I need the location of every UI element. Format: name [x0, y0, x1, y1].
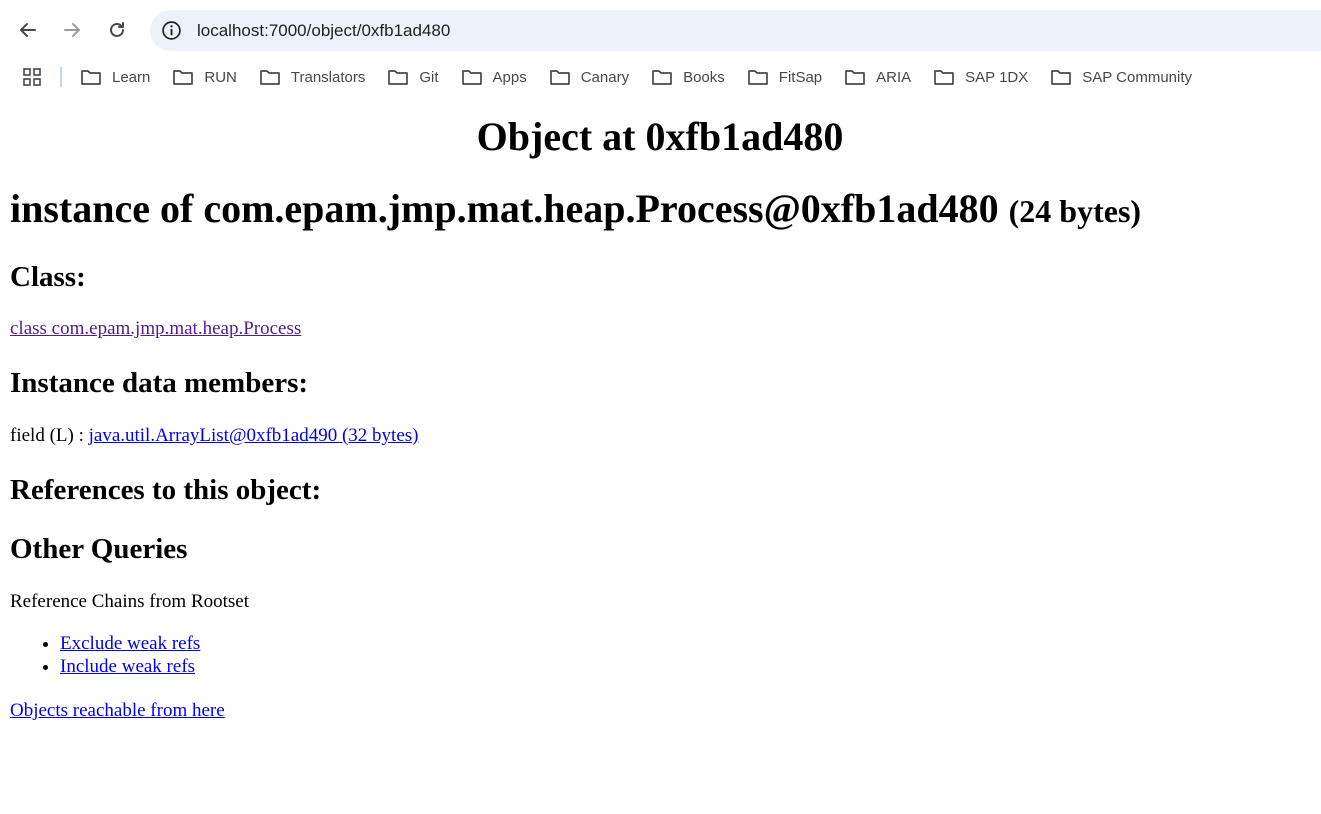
folder-icon	[388, 70, 409, 85]
arrow-right-icon	[64, 23, 80, 37]
class-heading: Class:	[10, 261, 86, 293]
member-field-label: field (L) :	[10, 425, 89, 446]
arrow-left-icon	[20, 23, 36, 37]
folder-icon	[81, 70, 101, 85]
bookmarks-list: Learn RUN Translators Git Apps Canary Books Fit…	[80, 60, 1214, 94]
chains-label: Reference Chains from Rootset	[10, 591, 250, 612]
folder-icon	[652, 70, 672, 85]
chain-links-list: Exclude weak refs Include weak refs	[10, 632, 200, 678]
info-icon[interactable]	[161, 20, 182, 41]
bookmark-item[interactable]: Learn	[80, 68, 150, 86]
bookmark-label: Learn	[112, 68, 151, 86]
bookmark-label: SAP 1DX	[965, 68, 1029, 86]
references-heading: References to this object:	[10, 474, 322, 506]
bookmark-item[interactable]: RUN	[172, 68, 237, 86]
member-row: field (L) : java.util.ArrayList@0xfb1ad4…	[10, 425, 418, 447]
exclude-weak-refs-link[interactable]: Exclude weak refs	[60, 633, 200, 654]
folder-icon	[747, 70, 768, 85]
bookmark-item[interactable]: ARIA	[844, 68, 911, 86]
forward-button[interactable]	[56, 14, 88, 46]
bookmark-label: ARIA	[876, 68, 912, 86]
folder-icon	[461, 70, 482, 85]
page-title: Object at 0xfb1ad480	[476, 114, 844, 159]
include-weak-refs-link[interactable]: Include weak refs	[60, 656, 195, 677]
folder-icon	[845, 70, 865, 85]
bookmark-label: Canary	[580, 68, 630, 86]
instance-heading: instance of com.epam.jmp.mat.heap.Proces…	[10, 186, 1141, 234]
bookmark-label: Translators	[290, 68, 366, 86]
instance-size: (24 bytes)	[1008, 193, 1142, 229]
apps-grid-icon[interactable]	[22, 67, 42, 87]
folder-icon	[1051, 70, 1072, 85]
bookmark-label: FitSap	[778, 68, 823, 86]
member-link[interactable]: java.util.ArrayList@0xfb1ad490 (32 bytes…	[89, 425, 419, 446]
bookmark-label: SAP Community	[1082, 68, 1193, 86]
folder-icon	[173, 70, 194, 85]
bookmark-item[interactable]: SAP 1DX	[933, 68, 1028, 86]
bookmarks-bar: Learn RUN Translators Git Apps Canary Books Fit…	[0, 60, 1321, 94]
bookmark-item[interactable]: Apps	[461, 68, 527, 86]
members-heading: Instance data members:	[10, 367, 309, 399]
bookmark-item[interactable]: FitSap	[747, 68, 822, 86]
folder-icon	[260, 70, 280, 85]
instance-label: instance of com.epam.jmp.mat.heap.Proces…	[10, 186, 999, 231]
bookmark-label: RUN	[204, 68, 237, 86]
queries-heading: Other Queries	[10, 533, 188, 565]
list-item: Exclude weak refs	[60, 632, 200, 655]
bookmark-item[interactable]: Books	[651, 68, 725, 86]
url-text[interactable]: localhost:7000/object/0xfb1ad480	[197, 20, 450, 41]
bookmarks-separator	[60, 67, 62, 87]
browser-toolbar: localhost:7000/object/0xfb1ad480	[0, 0, 1321, 60]
reload-button[interactable]	[101, 14, 133, 46]
address-bar[interactable]: localhost:7000/object/0xfb1ad480	[150, 10, 1321, 51]
bookmark-item[interactable]: Git	[387, 68, 439, 86]
class-link[interactable]: class com.epam.jmp.mat.heap.Process	[10, 318, 301, 339]
back-button[interactable]	[12, 14, 44, 46]
bookmark-label: Apps	[492, 68, 527, 86]
bookmark-label: Git	[419, 68, 439, 86]
folder-icon	[934, 70, 955, 85]
bookmark-item[interactable]: Translators	[259, 68, 365, 86]
reachable-objects-link[interactable]: Objects reachable from here	[10, 700, 225, 721]
reload-icon	[110, 22, 124, 37]
list-item: Include weak refs	[60, 655, 200, 678]
folder-icon	[549, 70, 570, 85]
bookmark-label: Books	[683, 68, 725, 86]
bookmark-item[interactable]: Canary	[549, 68, 629, 86]
bookmark-item[interactable]: SAP Community	[1050, 68, 1192, 86]
